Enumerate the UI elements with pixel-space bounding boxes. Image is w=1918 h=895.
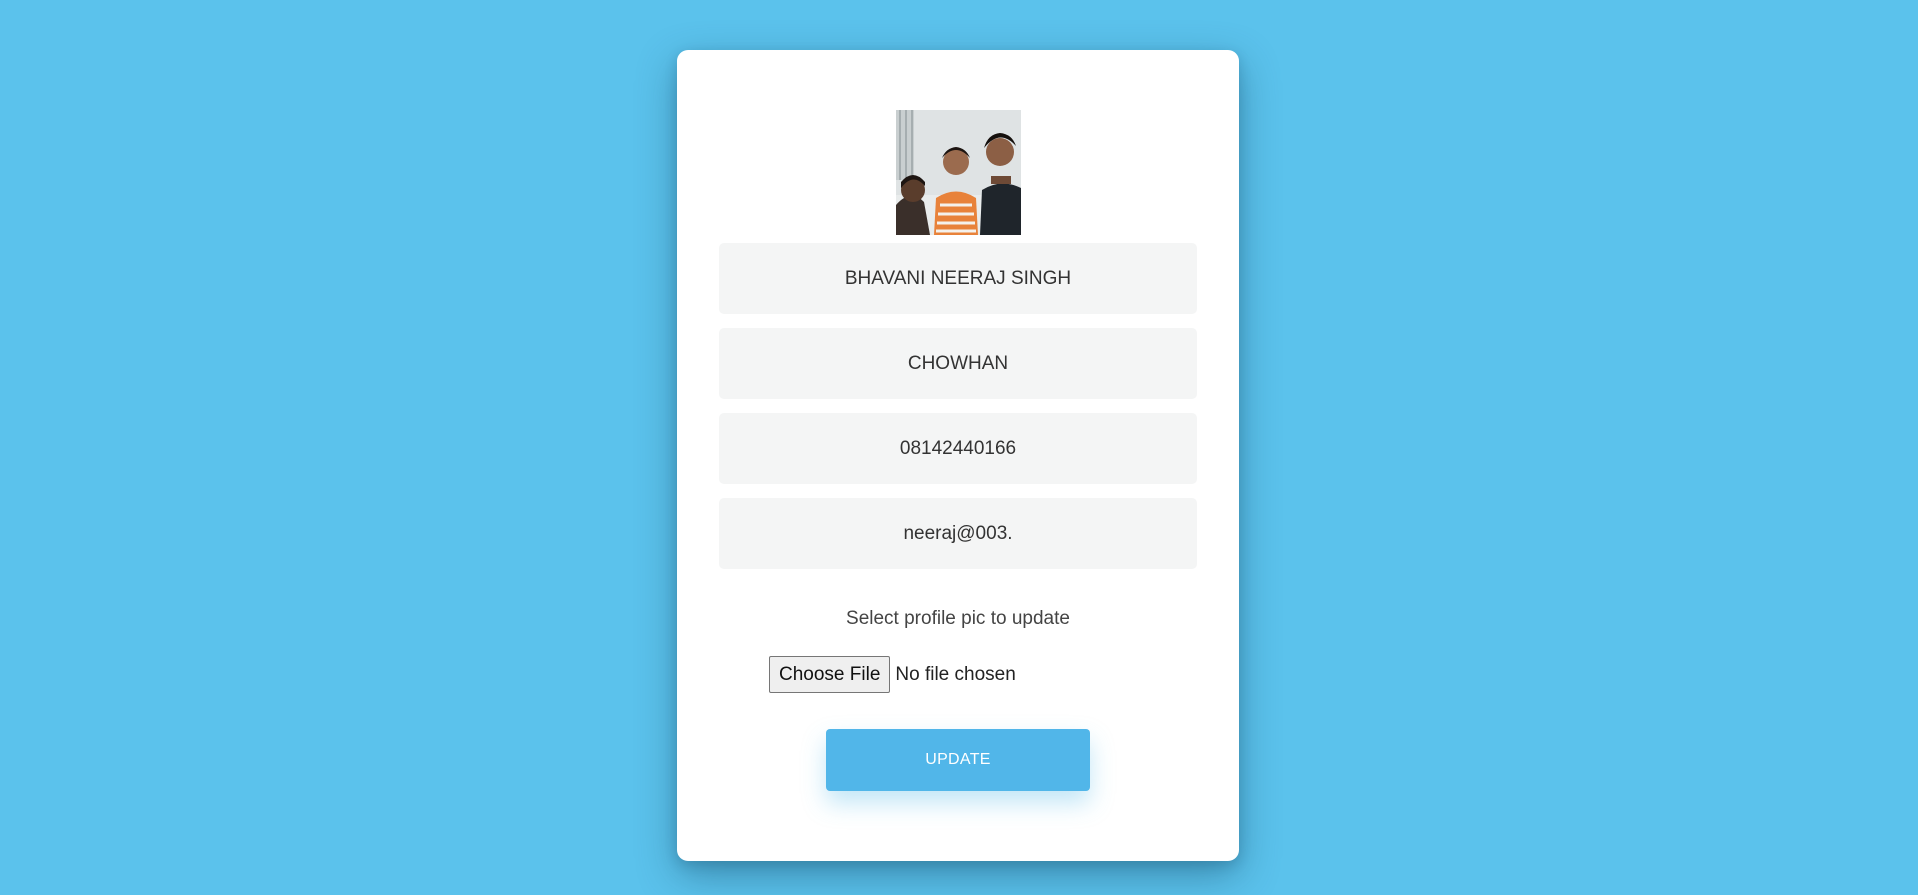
avatar-photo (896, 110, 1021, 235)
update-button[interactable]: UPDATE (826, 729, 1090, 791)
avatar (896, 110, 1021, 235)
password-field[interactable] (719, 498, 1197, 569)
first-name-field[interactable] (719, 243, 1197, 314)
profile-card: Select profile pic to update Choose File… (677, 50, 1239, 861)
last-name-field[interactable] (719, 328, 1197, 399)
file-status-text: No file chosen (895, 663, 1016, 685)
file-input[interactable]: Choose File No file chosen (769, 656, 1016, 693)
phone-field[interactable] (719, 413, 1197, 484)
upload-label: Select profile pic to update (846, 608, 1070, 629)
choose-file-button[interactable]: Choose File (769, 656, 891, 693)
